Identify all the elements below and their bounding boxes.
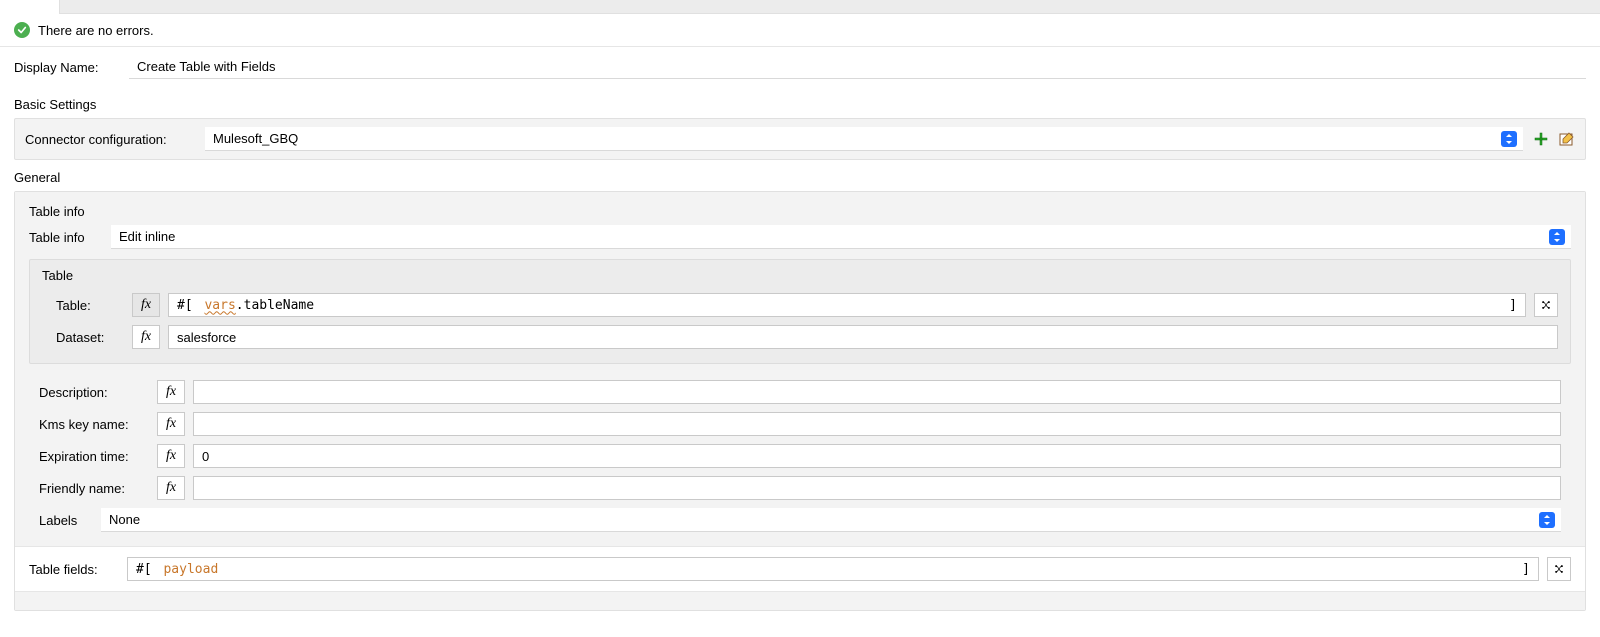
expr-close-bracket: ] — [1509, 298, 1517, 313]
add-config-icon[interactable] — [1533, 131, 1549, 147]
active-tab-stub — [0, 0, 60, 14]
display-name-input[interactable] — [129, 55, 1586, 79]
friendly-row: Friendly name: fx — [35, 472, 1565, 504]
top-toolbar-strip — [0, 0, 1600, 14]
description-input[interactable] — [193, 380, 1561, 404]
table-field-row: Table: fx #[ vars.tableName ] — [38, 289, 1562, 321]
general-title: General — [14, 160, 1586, 187]
dataset-field-row: Dataset: fx — [38, 321, 1562, 353]
fx-button-friendly[interactable]: fx — [157, 476, 185, 500]
kms-label: Kms key name: — [39, 417, 149, 432]
table-info-mode-value: Edit inline — [119, 229, 175, 244]
bottom-spacer — [15, 592, 1585, 610]
table-group-box: Table Table: fx #[ vars.tableName ] — [29, 259, 1571, 364]
status-message: There are no errors. — [38, 23, 154, 38]
connector-config-value: Mulesoft_GBQ — [213, 131, 298, 146]
fx-button-kms[interactable]: fx — [157, 412, 185, 436]
dataweave-graph-icon[interactable] — [1547, 557, 1571, 581]
dataset-field-label: Dataset: — [42, 330, 124, 345]
table-fields-row: Table fields: #[ payload ] — [25, 553, 1575, 585]
connector-config-label: Connector configuration: — [25, 132, 195, 147]
basic-settings-title: Basic Settings — [14, 87, 1586, 114]
table-expression-input[interactable]: #[ vars.tableName ] — [168, 293, 1526, 317]
table-info-group-label: Table info — [25, 200, 1575, 225]
description-label: Description: — [39, 385, 149, 400]
edit-config-icon[interactable] — [1559, 131, 1575, 147]
labels-value: None — [109, 512, 140, 527]
table-group-title: Table — [38, 268, 1562, 289]
expr-open-bracket: #[ — [136, 562, 159, 577]
dataweave-graph-icon[interactable] — [1534, 293, 1558, 317]
status-bar: There are no errors. — [0, 14, 1600, 47]
display-name-label: Display Name: — [14, 60, 119, 75]
display-name-row: Display Name: — [14, 47, 1586, 87]
connector-config-row: Connector configuration: Mulesoft_GBQ — [15, 119, 1585, 159]
fx-button-description[interactable]: fx — [157, 380, 185, 404]
expr-dot: . — [236, 298, 244, 313]
table-field-label: Table: — [42, 298, 124, 313]
friendly-input[interactable] — [193, 476, 1561, 500]
fx-button-table[interactable]: fx — [132, 293, 160, 317]
expr-vars-token: vars — [204, 298, 235, 313]
labels-label: Labels — [39, 513, 93, 528]
connector-config-select[interactable]: Mulesoft_GBQ — [205, 127, 1523, 151]
table-info-mode-select[interactable]: Edit inline — [111, 225, 1571, 249]
kms-row: Kms key name: fx — [35, 408, 1565, 440]
dropdown-chevron-icon — [1501, 131, 1517, 147]
dropdown-chevron-icon — [1549, 229, 1565, 245]
expiration-label: Expiration time: — [39, 449, 149, 464]
expr-table-name: tableName — [244, 298, 314, 313]
expiration-input[interactable] — [193, 444, 1561, 468]
dataset-input[interactable] — [168, 325, 1558, 349]
table-fields-label: Table fields: — [29, 562, 119, 577]
dropdown-chevron-icon — [1539, 512, 1555, 528]
fx-button-expiration[interactable]: fx — [157, 444, 185, 468]
success-check-icon — [14, 22, 30, 38]
table-fields-expression-input[interactable]: #[ payload ] — [127, 557, 1539, 581]
fx-button-dataset[interactable]: fx — [132, 325, 160, 349]
expr-close-bracket: ] — [1522, 562, 1530, 577]
expr-open-bracket: #[ — [177, 298, 200, 313]
expiration-row: Expiration time: fx — [35, 440, 1565, 472]
description-row: Description: fx — [35, 376, 1565, 408]
friendly-label: Friendly name: — [39, 481, 149, 496]
table-info-label: Table info — [29, 230, 103, 245]
kms-input[interactable] — [193, 412, 1561, 436]
expr-payload-token: payload — [163, 562, 218, 577]
labels-row: Labels None — [35, 504, 1565, 540]
labels-select[interactable]: None — [101, 508, 1561, 532]
